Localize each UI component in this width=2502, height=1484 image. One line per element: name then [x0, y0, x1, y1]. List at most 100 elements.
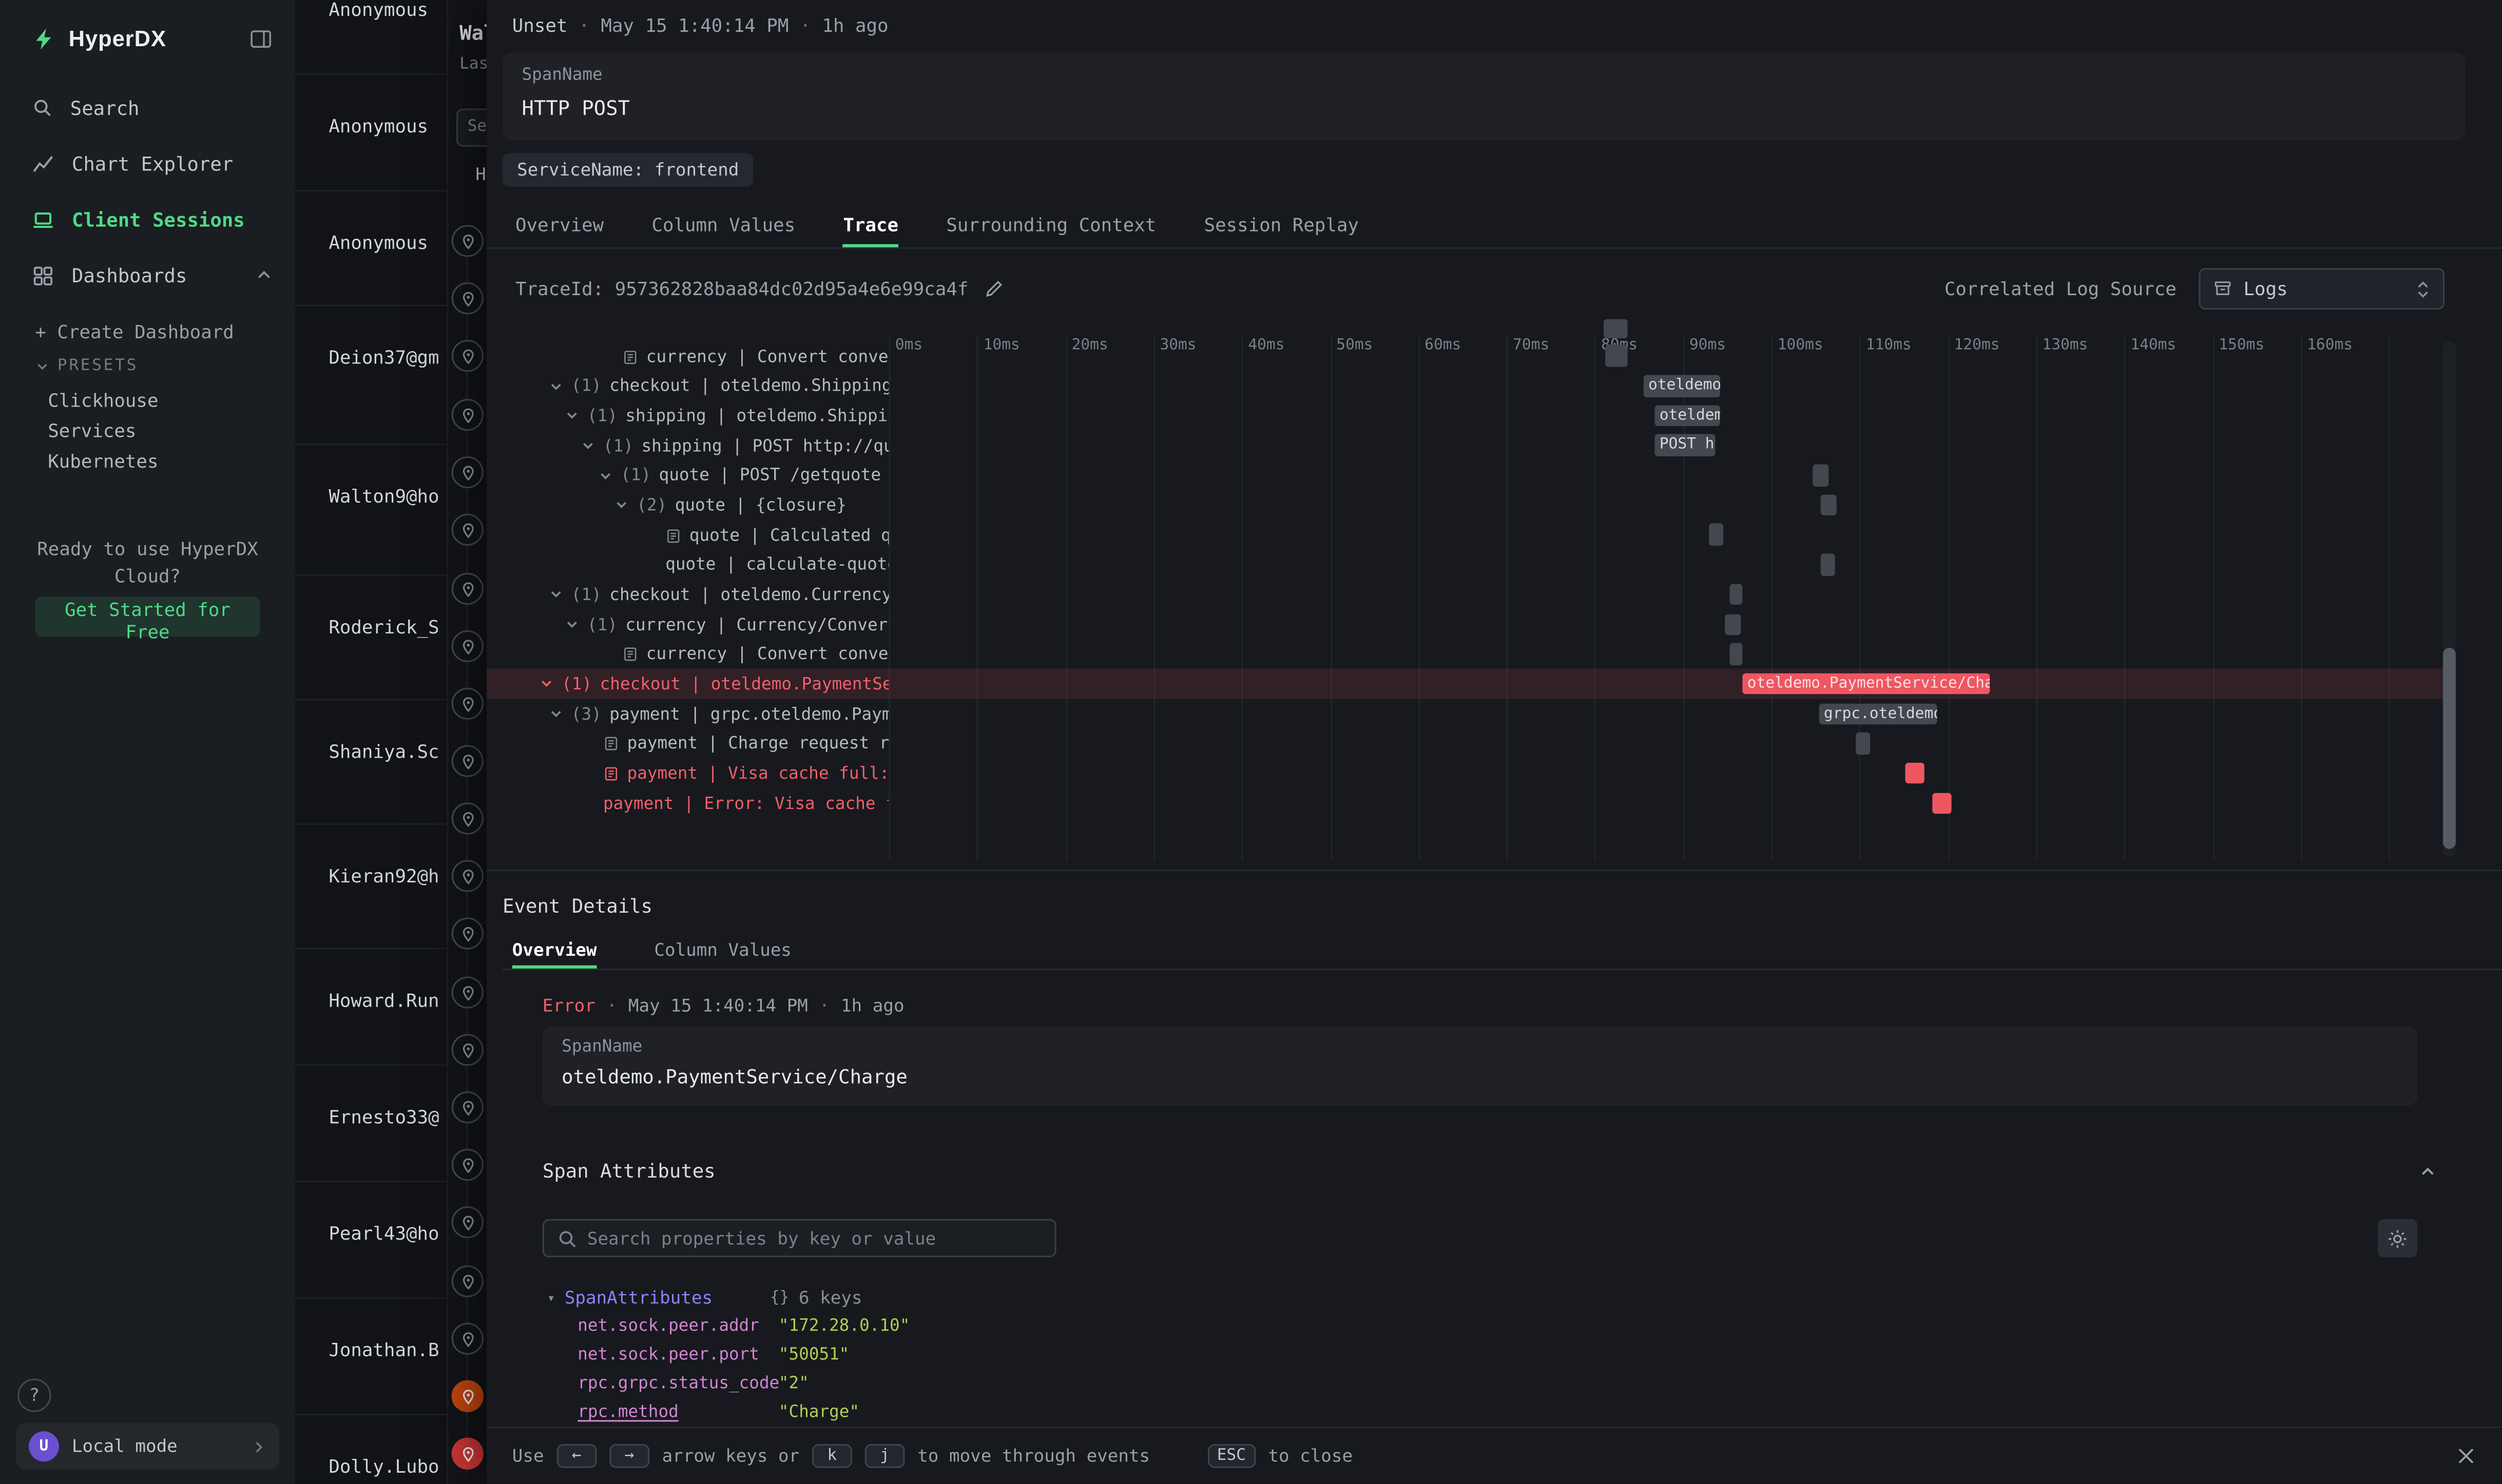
- chevron-down-icon[interactable]: [599, 469, 613, 483]
- span-bar[interactable]: oteldemo.S: [1654, 405, 1720, 427]
- span-bar[interactable]: [1813, 465, 1829, 486]
- span-row[interactable]: (1)checkout | oteldemo.PaymentServi…: [487, 669, 889, 700]
- event-pin-icon[interactable]: [452, 917, 484, 949]
- span-row[interactable]: (1)checkout | oteldemo.CurrencySe…: [487, 580, 889, 610]
- event-pin-icon[interactable]: [452, 282, 484, 314]
- event-pin-icon[interactable]: [452, 803, 484, 835]
- list-item[interactable]: Walton9@ho: [329, 485, 439, 508]
- list-item[interactable]: Dolly.Lubo: [329, 1455, 439, 1478]
- event-pin-icon[interactable]: [452, 225, 484, 257]
- span-row[interactable]: (3)payment | grpc.oteldemo.Paymen…: [487, 699, 889, 729]
- attribute-value[interactable]: "Charge": [779, 1402, 859, 1421]
- waterfall-scrollbar[interactable]: [2443, 341, 2456, 857]
- event-pin-icon[interactable]: [452, 573, 484, 605]
- attributes-root-row[interactable]: ▾ SpanAttributes {} 6 keys: [547, 1287, 862, 1308]
- tab-column-values[interactable]: Column Values: [654, 935, 792, 969]
- event-pin-icon[interactable]: [452, 1149, 484, 1181]
- span-bar[interactable]: POST htt: [1654, 435, 1715, 456]
- service-tag[interactable]: ServiceName: frontend: [503, 153, 753, 186]
- sidebar-item-kubernetes[interactable]: Kubernetes: [35, 447, 295, 477]
- attribute-row[interactable]: rpc.method"Charge": [578, 1402, 859, 1421]
- list-item[interactable]: Ernesto33@: [329, 1106, 439, 1128]
- event-pin-icon[interactable]: [452, 399, 484, 431]
- list-item[interactable]: Anonymous: [329, 0, 428, 21]
- sidebar-item-dashboards[interactable]: Dashboards: [0, 247, 295, 303]
- event-pin-icon[interactable]: [452, 514, 484, 546]
- list-item[interactable]: Kieran92@h: [329, 865, 439, 888]
- tab-trace[interactable]: Trace: [843, 206, 898, 247]
- log-source-select[interactable]: Logs: [2199, 268, 2445, 310]
- span-row[interactable]: payment | Charge request rec…: [487, 729, 889, 759]
- span-bar[interactable]: [1730, 584, 1743, 605]
- span-row[interactable]: currency | Convert convers…: [487, 640, 889, 670]
- span-row[interactable]: payment | Visa cache full: c…: [487, 759, 889, 789]
- span-row[interactable]: (2)quote | {closure}: [487, 490, 889, 521]
- attribute-value[interactable]: "2": [779, 1374, 809, 1393]
- attribute-value[interactable]: "50051": [779, 1345, 850, 1364]
- span-bar[interactable]: [1905, 763, 1924, 784]
- sidebar-item-search[interactable]: Search: [0, 80, 295, 136]
- tab-overview[interactable]: Overview: [512, 935, 597, 969]
- list-item[interactable]: Roderick_S: [329, 616, 439, 639]
- list-item[interactable]: Howard.Run: [329, 989, 439, 1012]
- span-row[interactable]: (1)shipping | POST http://quo…: [487, 431, 889, 461]
- session-tab[interactable]: H: [475, 164, 486, 185]
- span-row[interactable]: (1)quote | POST /getquote: [487, 460, 889, 491]
- attribute-row[interactable]: rpc.grpc.status_code"2": [578, 1374, 809, 1393]
- tab-column-values[interactable]: Column Values: [651, 206, 795, 247]
- attribute-key[interactable]: rpc.grpc.status_code: [578, 1374, 779, 1393]
- event-error-icon[interactable]: [452, 1438, 484, 1470]
- collapse-section-icon[interactable]: [2419, 1162, 2436, 1180]
- chevron-down-icon[interactable]: [581, 439, 595, 453]
- attribute-key[interactable]: rpc.method: [578, 1402, 779, 1421]
- chevron-down-icon[interactable]: [549, 379, 563, 394]
- span-row[interactable]: (1)currency | Currency/Convert: [487, 610, 889, 640]
- event-pin-icon[interactable]: [452, 745, 484, 777]
- chevron-down-icon[interactable]: [565, 409, 579, 423]
- list-item[interactable]: Pearl43@ho: [329, 1222, 439, 1245]
- span-row[interactable]: currency | Convert convers…: [487, 341, 889, 372]
- sidebar-collapse-icon[interactable]: [249, 26, 273, 50]
- tab-overview[interactable]: Overview: [515, 206, 604, 247]
- attribute-row[interactable]: net.sock.peer.port"50051": [578, 1345, 849, 1364]
- list-item[interactable]: Jonathan.B: [329, 1339, 439, 1361]
- attribute-key[interactable]: net.sock.peer.addr: [578, 1316, 779, 1335]
- span-row[interactable]: (1)checkout | oteldemo.ShippingSe…: [487, 371, 889, 401]
- sidebar-item-clickhouse[interactable]: Clickhouse: [35, 386, 295, 416]
- span-bar[interactable]: oteldemo.PaymentService/Char: [1742, 673, 1990, 695]
- span-bar[interactable]: grpc.oteldemo.: [1819, 703, 1937, 724]
- tab-session-replay[interactable]: Session Replay: [1204, 206, 1359, 247]
- list-item[interactable]: Anonymous: [329, 232, 428, 254]
- attribute-key[interactable]: net.sock.peer.port: [578, 1345, 779, 1364]
- span-row[interactable]: quote | Calculated q…: [487, 521, 889, 551]
- sidebar-item-chart-explorer[interactable]: Chart Explorer: [0, 136, 295, 191]
- span-bar[interactable]: [1821, 494, 1837, 516]
- create-dashboard-button[interactable]: + Create Dashboard: [35, 316, 295, 348]
- event-pin-icon[interactable]: [452, 1091, 484, 1123]
- span-row[interactable]: payment | Error: Visa cache ful…: [487, 788, 889, 819]
- span-row[interactable]: (1)shipping | oteldemo.Shipping…: [487, 401, 889, 431]
- event-pin-icon[interactable]: [452, 1206, 484, 1238]
- span-bar[interactable]: [1605, 345, 1628, 367]
- event-pin-icon[interactable]: [452, 630, 484, 662]
- get-started-button[interactable]: Get Started for Free: [35, 597, 260, 637]
- edit-icon[interactable]: [984, 279, 1003, 298]
- span-row[interactable]: quote | calculate-quote: [487, 550, 889, 581]
- event-pin-icon[interactable]: [452, 976, 484, 1008]
- event-pin-icon[interactable]: [452, 688, 484, 720]
- event-pin-icon[interactable]: [452, 1323, 484, 1355]
- chevron-down-icon[interactable]: [549, 588, 563, 602]
- chevron-down-icon[interactable]: [614, 498, 629, 513]
- attributes-root-key[interactable]: SpanAttributes: [565, 1287, 713, 1308]
- help-button[interactable]: ?: [17, 1379, 51, 1412]
- session-search-input[interactable]: Sea: [456, 108, 487, 147]
- event-pin-icon[interactable]: [452, 340, 484, 372]
- event-pin-icon[interactable]: [452, 1034, 484, 1066]
- chevron-down-icon[interactable]: [549, 707, 563, 722]
- span-bar[interactable]: [1709, 524, 1723, 546]
- sidebar-item-services[interactable]: Services: [35, 416, 295, 447]
- list-item[interactable]: Shaniya.Sc: [329, 740, 439, 763]
- span-bar[interactable]: [1932, 793, 1951, 814]
- event-pin-icon[interactable]: [452, 1265, 484, 1297]
- settings-button[interactable]: [2378, 1219, 2418, 1258]
